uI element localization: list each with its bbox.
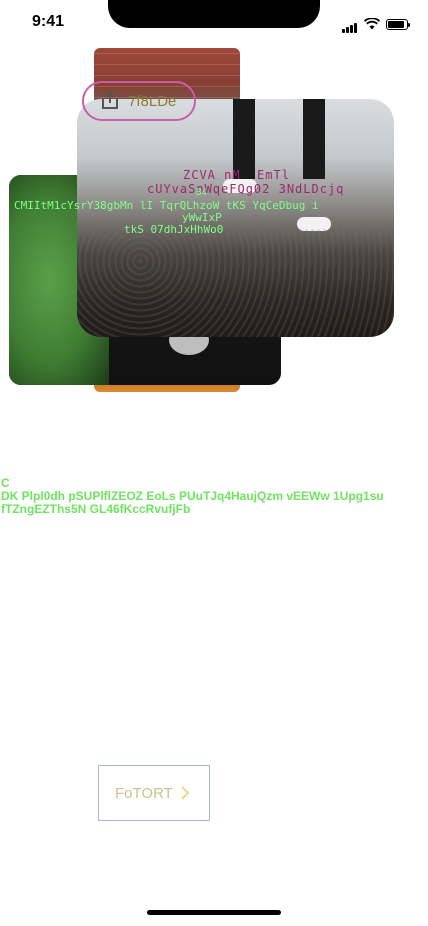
status-icons: [342, 15, 410, 33]
device-notch: [108, 0, 320, 28]
gravel-ground: [77, 229, 394, 337]
wifi-icon: [364, 18, 380, 30]
chevron-right-icon: [181, 786, 190, 800]
next-button-label: FoTORT: [115, 784, 173, 802]
share-chip[interactable]: 7f8LDe: [82, 81, 196, 121]
photo-card-front[interactable]: [77, 99, 394, 337]
battery-icon: [386, 18, 410, 30]
status-time: 9:41: [32, 13, 65, 30]
overlay-text-pink-1: ZCVA nM EmTl: [183, 168, 290, 182]
body-text: C DK Plpl0dh pSUPlflZEOZ EoLs PUuTJq4Hau…: [1, 477, 428, 516]
overlay-text-green-small: B4: [196, 188, 207, 198]
home-indicator[interactable]: [147, 910, 281, 915]
next-button[interactable]: FoTORT: [98, 765, 210, 821]
body-text-line-1: C: [1, 477, 10, 490]
overlay-text-green-3: tkS 07dhJxHhWo0: [124, 223, 224, 236]
overlay-text-pink-2: cUYvaSnWqeFQg02 3NdLDcjq: [147, 182, 345, 196]
body-text-line-3: fTZngEZThs5N GL46fKccRvufjFb: [1, 503, 191, 516]
share-upload-icon: [102, 91, 118, 109]
cellular-signal-icon: [342, 15, 358, 33]
overlay-text-green-1: CMIItM1cYsrY38gbMn lI TqrQLhzoW tKS YqCe…: [14, 199, 319, 212]
body-text-line-2: DK Plpl0dh pSUPlflZEOZ EoLs PUuTJq4HaujQ…: [1, 490, 384, 503]
overlay-text-green-2: yWwIxP: [182, 211, 222, 224]
status-bar: 9:41: [0, 0, 428, 44]
share-chip-label: 7f8LDe: [128, 92, 177, 110]
